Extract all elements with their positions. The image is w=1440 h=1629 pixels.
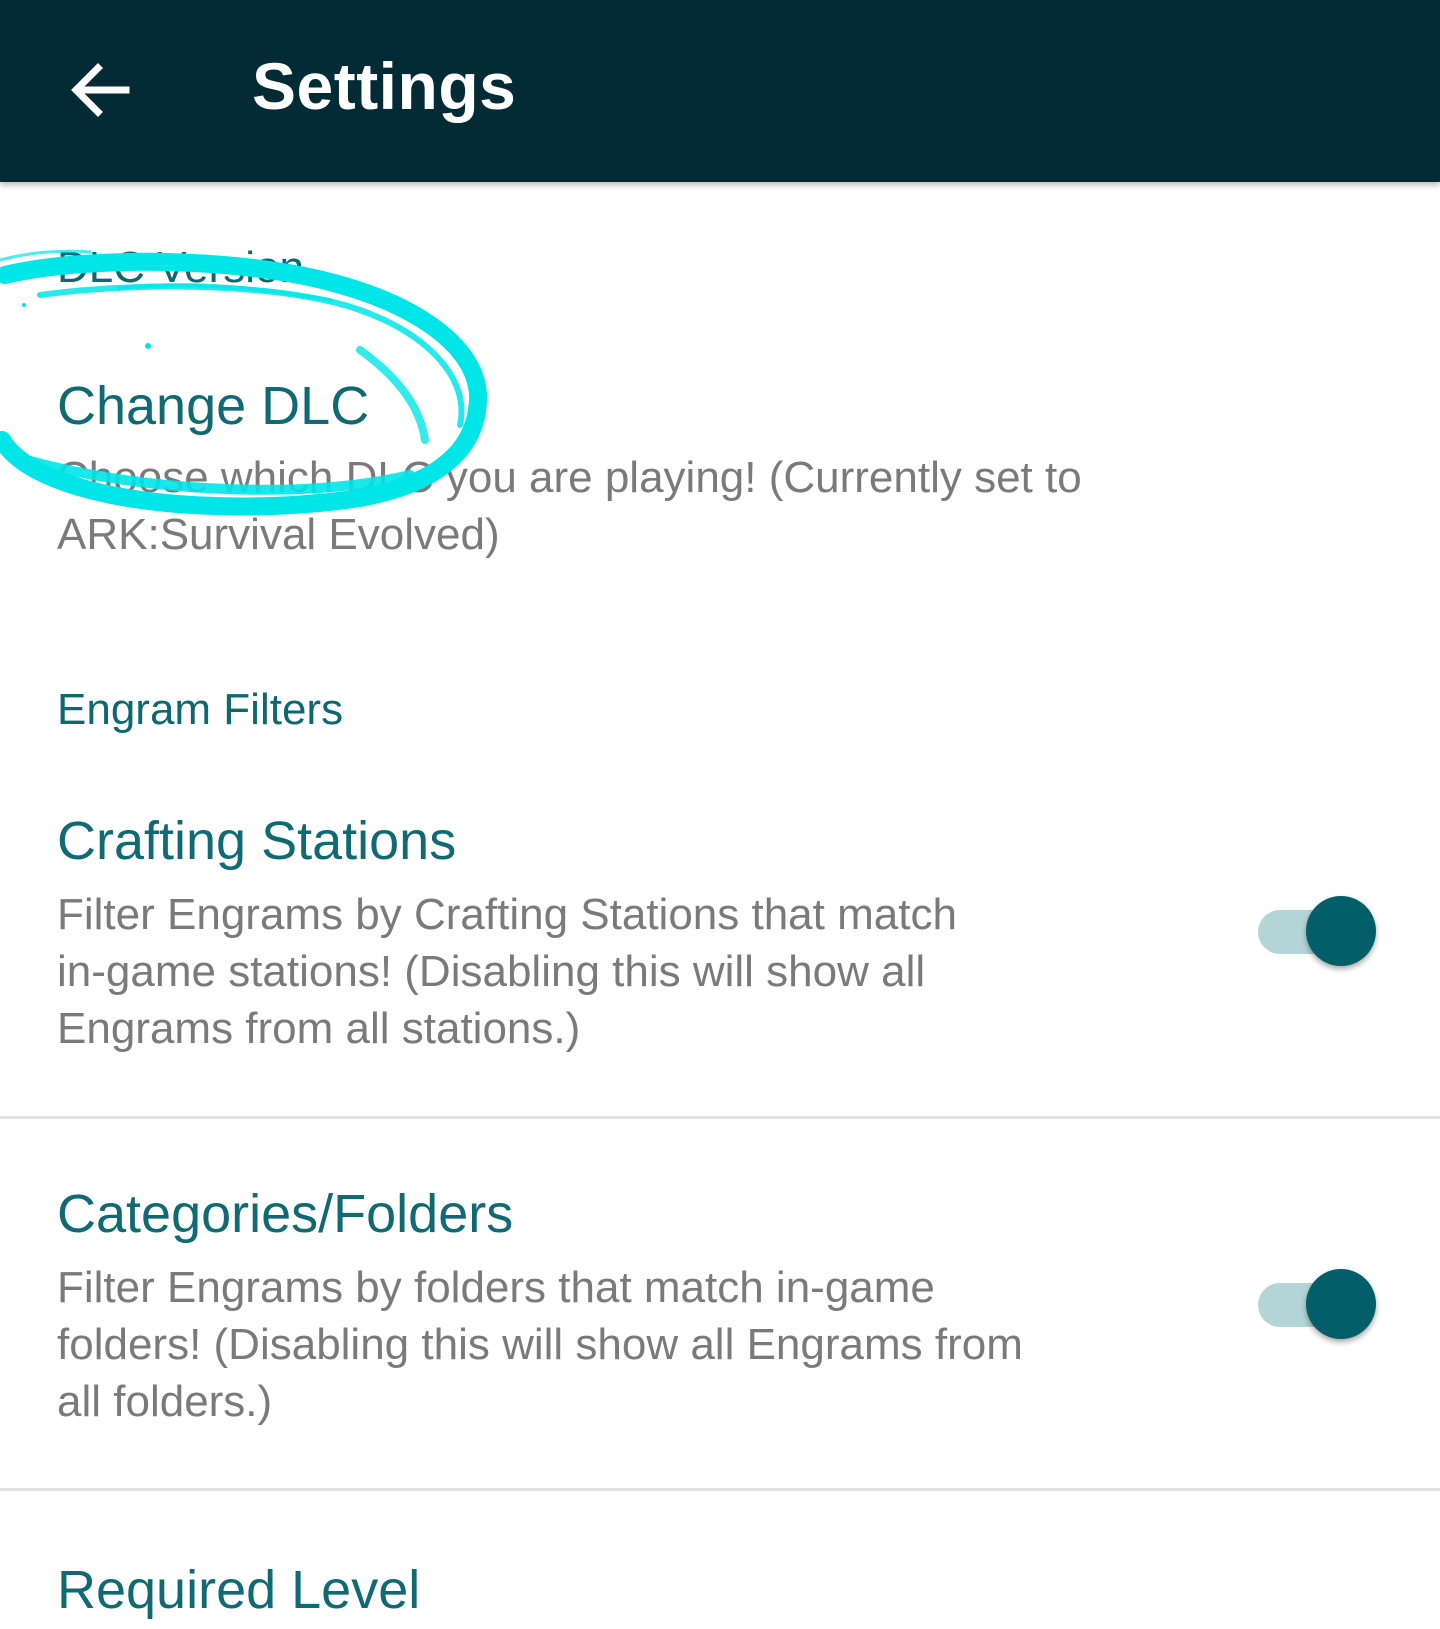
app-bar: Settings bbox=[0, 0, 1440, 182]
categories-folders-preference[interactable]: Categories/Folders Filter Engrams by fol… bbox=[0, 1119, 1440, 1488]
change-dlc-summary-line-2: ARK:Survival Evolved) bbox=[57, 510, 500, 559]
toggle-thumb bbox=[1306, 1269, 1376, 1339]
section-header-dlc-version: DLC Version bbox=[57, 243, 305, 292]
crafting-stations-title: Crafting Stations bbox=[57, 811, 457, 871]
crafting-stations-summary-line-1: Filter Engrams by Crafting Stations that… bbox=[57, 890, 957, 939]
back-button[interactable] bbox=[60, 50, 140, 130]
categories-folders-summary-line-1: Filter Engrams by folders that match in-… bbox=[57, 1263, 935, 1312]
change-dlc-summary-line-1: Choose which DLC you are playing! (Curre… bbox=[57, 453, 1082, 502]
categories-folders-summary-line-3: all folders.) bbox=[57, 1377, 273, 1426]
change-dlc-title: Change DLC bbox=[57, 376, 370, 436]
crafting-stations-summary-line-2: in-game stations! (Disabling this will s… bbox=[57, 947, 926, 996]
page-title: Settings bbox=[252, 49, 517, 123]
categories-folders-title: Categories/Folders bbox=[57, 1184, 514, 1244]
arrow-back-icon bbox=[71, 63, 130, 117]
required-level-title: Required Level bbox=[57, 1560, 421, 1620]
section-header-engram-filters: Engram Filters bbox=[57, 685, 344, 734]
crafting-stations-toggle[interactable] bbox=[1258, 896, 1378, 966]
required-level-preference[interactable]: Required Level bbox=[0, 1491, 1440, 1629]
categories-folders-toggle[interactable] bbox=[1258, 1269, 1378, 1339]
toggle-thumb bbox=[1306, 896, 1376, 966]
change-dlc-preference[interactable]: Change DLC Choose which DLC you are play… bbox=[0, 345, 1440, 575]
crafting-stations-preference[interactable]: Crafting Stations Filter Engrams by Craf… bbox=[0, 790, 1440, 1116]
crafting-stations-summary-line-3: Engrams from all stations.) bbox=[57, 1004, 581, 1053]
categories-folders-summary-line-2: folders! (Disabling this will show all E… bbox=[57, 1320, 1023, 1369]
